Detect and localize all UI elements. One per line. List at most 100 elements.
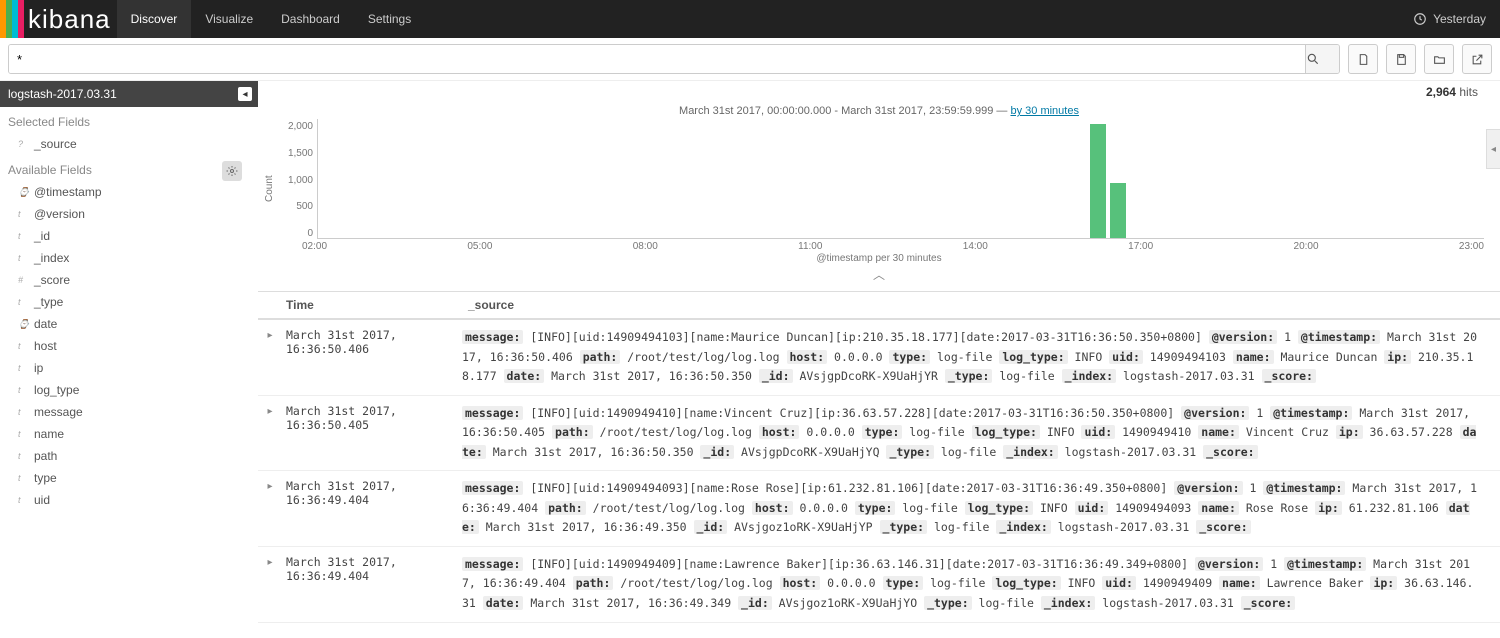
field-type-icon: t	[18, 231, 28, 241]
row-source: message: [INFO][uid:1490949410][name:Vin…	[462, 404, 1500, 463]
field-label: _score	[34, 273, 70, 287]
index-pattern-bar[interactable]: logstash-2017.03.31 ◂	[0, 81, 258, 107]
chart-bar[interactable]	[1090, 124, 1106, 238]
doc-table: Time _source ▸March 31st 2017, 16:36:50.…	[258, 291, 1500, 623]
caret-left-icon[interactable]: ◂	[238, 87, 252, 101]
row-time: March 31st 2017, 16:36:49.404	[282, 555, 462, 614]
field-type-icon: #	[18, 275, 28, 285]
field-type-icon: t	[18, 473, 28, 483]
field-type-icon: t	[18, 253, 28, 263]
save-button[interactable]	[1386, 44, 1416, 74]
tab-dashboard[interactable]: Dashboard	[267, 0, 354, 38]
table-row: ▸March 31st 2017, 16:36:50.405message: […	[258, 396, 1500, 472]
field-label: uid	[34, 493, 50, 507]
expand-row-icon[interactable]: ▸	[258, 404, 282, 463]
save-icon	[1395, 53, 1408, 66]
expand-row-icon[interactable]: ▸	[258, 555, 282, 614]
new-button[interactable]	[1348, 44, 1378, 74]
available-field-host[interactable]: thost	[0, 335, 258, 357]
field-type-icon: t	[18, 451, 28, 461]
field-label: _source	[34, 137, 77, 151]
available-field-date[interactable]: ⌚date	[0, 313, 258, 335]
gear-icon[interactable]	[222, 161, 242, 181]
field-type-icon: t	[18, 363, 28, 373]
folder-open-icon	[1433, 53, 1446, 66]
chart-bar[interactable]	[1110, 183, 1126, 238]
tab-discover[interactable]: Discover	[117, 0, 192, 38]
row-source: message: [INFO][uid:1490949409][name:Law…	[462, 555, 1500, 614]
row-time: March 31st 2017, 16:36:49.404	[282, 479, 462, 538]
field-label: message	[34, 405, 83, 419]
external-link-icon	[1471, 53, 1484, 66]
row-time: March 31st 2017, 16:36:50.406	[282, 328, 462, 387]
field-type-icon: ⌚	[18, 187, 28, 198]
tab-settings[interactable]: Settings	[354, 0, 425, 38]
field-type-icon: t	[18, 407, 28, 417]
table-header: Time _source	[258, 291, 1500, 320]
field-label: _id	[34, 229, 50, 243]
field-type-icon: ?	[18, 139, 28, 149]
field-label: host	[34, 339, 57, 353]
query-input[interactable]	[9, 45, 1305, 73]
search-row	[0, 38, 1500, 81]
available-fields-title: Available Fields	[0, 155, 258, 181]
field-label: _index	[34, 251, 69, 265]
field-type-icon: t	[18, 429, 28, 439]
selected-fields-title: Selected Fields	[0, 107, 258, 133]
logo: kibana	[0, 0, 117, 38]
field-type-icon: t	[18, 341, 28, 351]
field-type-icon: t	[18, 495, 28, 505]
expand-row-icon[interactable]: ▸	[258, 328, 282, 387]
hit-count: 2,964 hits	[258, 81, 1500, 99]
top-navbar: kibana DiscoverVisualizeDashboardSetting…	[0, 0, 1500, 38]
col-time[interactable]: Time	[282, 298, 462, 312]
open-button[interactable]	[1424, 44, 1454, 74]
field-label: _type	[34, 295, 63, 309]
file-icon	[1357, 53, 1370, 66]
field-label: type	[34, 471, 57, 485]
col-source[interactable]: _source	[462, 298, 1500, 312]
field-label: ip	[34, 361, 43, 375]
search-icon	[1306, 52, 1339, 66]
chart-title: March 31st 2017, 00:00:00.000 - March 31…	[258, 99, 1500, 119]
chart-ylabel: Count	[262, 119, 277, 259]
row-source: message: [INFO][uid:14909494093][name:Ro…	[462, 479, 1500, 538]
table-row: ▸March 31st 2017, 16:36:50.406message: […	[258, 320, 1500, 396]
histogram-chart[interactable]: Count 2,0001,5001,0005000	[258, 119, 1500, 259]
available-field-id[interactable]: t _id	[0, 225, 258, 247]
field-label: path	[34, 449, 57, 463]
field-label: @timestamp	[34, 185, 102, 199]
available-field-version[interactable]: t @version	[0, 203, 258, 225]
clock-icon	[1413, 12, 1427, 26]
expand-row-icon[interactable]: ▸	[258, 479, 282, 538]
field-type-icon: t	[18, 297, 28, 307]
share-button[interactable]	[1462, 44, 1492, 74]
available-field-type[interactable]: ttype	[0, 467, 258, 489]
field-label: name	[34, 427, 64, 441]
search-button[interactable]	[1305, 45, 1339, 73]
field-type-icon: t	[18, 209, 28, 219]
selected-field-source[interactable]: ? _source	[0, 133, 258, 155]
chevron-up-icon[interactable]: ︿	[258, 264, 1500, 291]
main-panel: 2,964 hits March 31st 2017, 00:00:00.000…	[258, 81, 1500, 623]
index-pattern-label: logstash-2017.03.31	[8, 87, 117, 101]
available-fields-label: Available Fields	[8, 163, 92, 177]
field-label: date	[34, 317, 57, 331]
available-field-message[interactable]: t message	[0, 401, 258, 423]
interval-link[interactable]: by 30 minutes	[1010, 105, 1078, 117]
row-source: message: [INFO][uid:14909494103][name:Ma…	[462, 328, 1500, 387]
tab-visualize[interactable]: Visualize	[191, 0, 267, 38]
table-row: ▸March 31st 2017, 16:36:49.404message: […	[258, 547, 1500, 623]
available-field-ip[interactable]: tip	[0, 357, 258, 379]
available-field-path[interactable]: tpath	[0, 445, 258, 467]
available-field-logtype[interactable]: tlog_type	[0, 379, 258, 401]
available-field-name[interactable]: tname	[0, 423, 258, 445]
available-field-score[interactable]: # _score	[0, 269, 258, 291]
sidebar: logstash-2017.03.31 ◂ Selected Fields ? _…	[0, 81, 258, 623]
available-field-type[interactable]: t _type	[0, 291, 258, 313]
timepicker[interactable]: Yesterday	[1433, 12, 1486, 26]
available-field-timestamp[interactable]: ⌚ @timestamp	[0, 181, 258, 203]
field-label: @version	[34, 207, 85, 221]
available-field-index[interactable]: t _index	[0, 247, 258, 269]
available-field-uid[interactable]: tuid	[0, 489, 258, 511]
